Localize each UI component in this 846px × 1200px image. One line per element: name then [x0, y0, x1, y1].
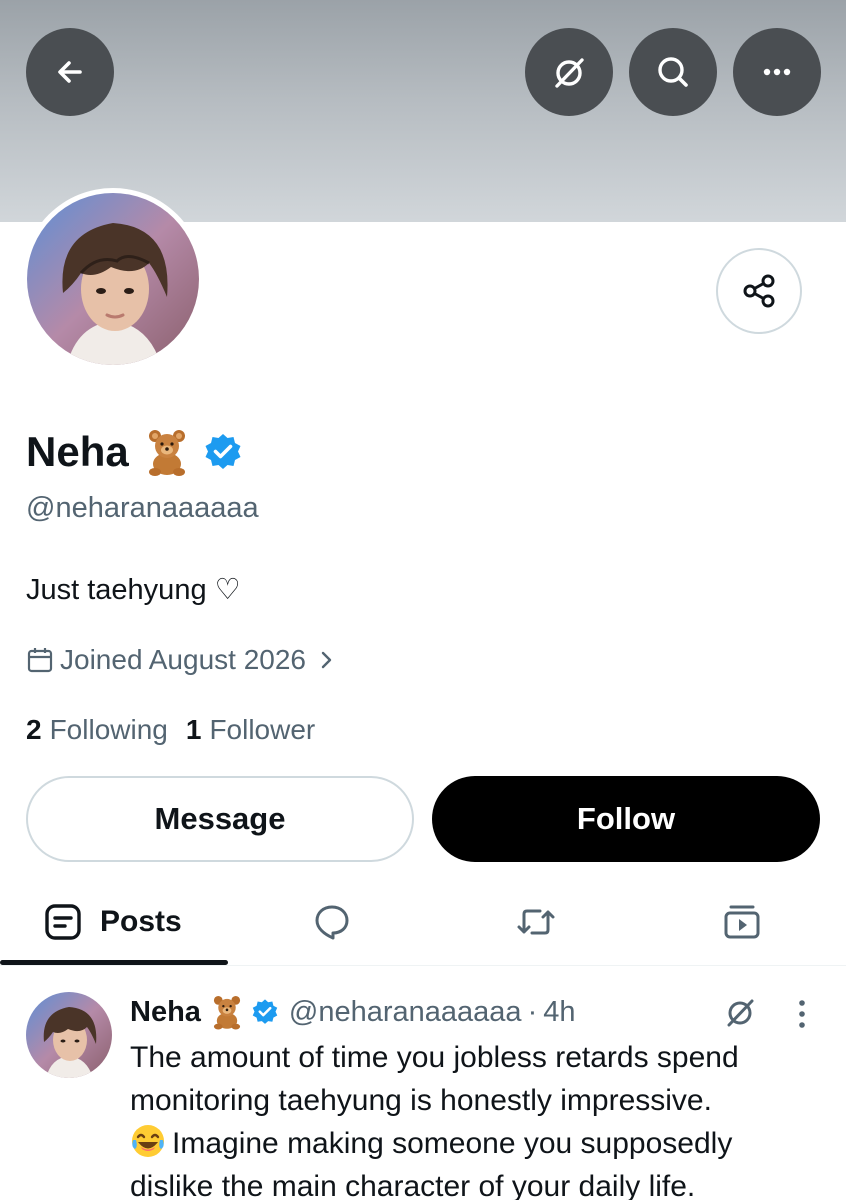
joined-date: Joined August 2026: [60, 644, 306, 675]
following-label[interactable]: Following: [50, 714, 168, 746]
reply-bubble-icon: [315, 905, 349, 940]
post-body: The amount of time you jobless retards s…: [130, 1036, 830, 1200]
verified-badge-icon: [205, 434, 241, 469]
post-text-line-content: Imagine making someone you supposedly: [172, 1127, 733, 1160]
post-avatar[interactable]: [26, 992, 112, 1078]
post-text-line: Imagine making someone you supposedly: [130, 1122, 830, 1165]
tears-of-joy-emoji-icon: [132, 1125, 164, 1157]
tab-posts-label: Posts: [100, 905, 182, 938]
post-separator: ·: [527, 995, 538, 1028]
repost-icon: [517, 909, 555, 935]
followers-count[interactable]: 1: [186, 714, 202, 746]
follow-button[interactable]: Follow: [432, 776, 820, 862]
more-button[interactable]: [733, 28, 821, 116]
post-item[interactable]: Neha @neharanaaaaaa · 4h The amount of t…: [0, 990, 846, 1200]
share-icon: [743, 274, 775, 308]
post-timestamp[interactable]: 4h: [543, 996, 575, 1029]
tab-replies[interactable]: [292, 880, 372, 964]
teddy-bear-icon: [148, 430, 185, 476]
post-text-line: The amount of time you jobless retards s…: [130, 1041, 739, 1074]
search-button[interactable]: [629, 28, 717, 116]
calendar-icon: [27, 648, 53, 673]
profile-name-row: Neha: [26, 428, 243, 476]
post-author-name[interactable]: Neha: [130, 996, 201, 1029]
grok-icon[interactable]: [722, 994, 758, 1030]
more-horizontal-icon: [763, 68, 791, 76]
message-button[interactable]: Message: [26, 776, 414, 862]
profile-name: Neha: [26, 428, 129, 475]
post-header: Neha @neharanaaaaaa · 4h: [130, 994, 576, 1030]
search-icon: [658, 57, 688, 87]
chevron-right-icon: [321, 651, 332, 669]
more-vertical-icon[interactable]: [792, 996, 812, 1032]
tab-media[interactable]: [702, 880, 782, 964]
grok-icon: [555, 58, 584, 88]
active-tab-indicator: [0, 960, 228, 965]
teddy-bear-icon: [213, 996, 241, 1030]
back-button[interactable]: [26, 28, 114, 116]
verified-badge-icon: [252, 999, 278, 1024]
post-author-handle[interactable]: @neharanaaaaaa: [289, 996, 522, 1029]
joined-date-row[interactable]: Joined August 2026: [26, 644, 336, 676]
post-text-line: dislike the main character of your daily…: [130, 1170, 696, 1200]
share-profile-button[interactable]: [716, 248, 802, 334]
follow-counts: 2 Following 1 Follower: [26, 714, 333, 746]
avatar-image: [27, 193, 199, 365]
profile-tabs: Posts: [0, 880, 846, 966]
arrow-left-icon: [58, 61, 82, 83]
profile-avatar[interactable]: [22, 188, 204, 370]
media-play-icon: [724, 905, 760, 939]
post-text-line: monitoring taehyung is honestly impressi…: [130, 1084, 712, 1117]
grok-button[interactable]: [525, 28, 613, 116]
followers-label[interactable]: Follower: [209, 714, 315, 746]
profile-handle: @neharanaaaaaa: [26, 492, 259, 524]
tab-posts[interactable]: Posts: [44, 880, 204, 964]
following-count[interactable]: 2: [26, 714, 42, 746]
profile-bio: Just taehyung ♡: [26, 574, 241, 606]
tab-reposts[interactable]: [496, 880, 576, 964]
posts-icon: [45, 904, 81, 940]
